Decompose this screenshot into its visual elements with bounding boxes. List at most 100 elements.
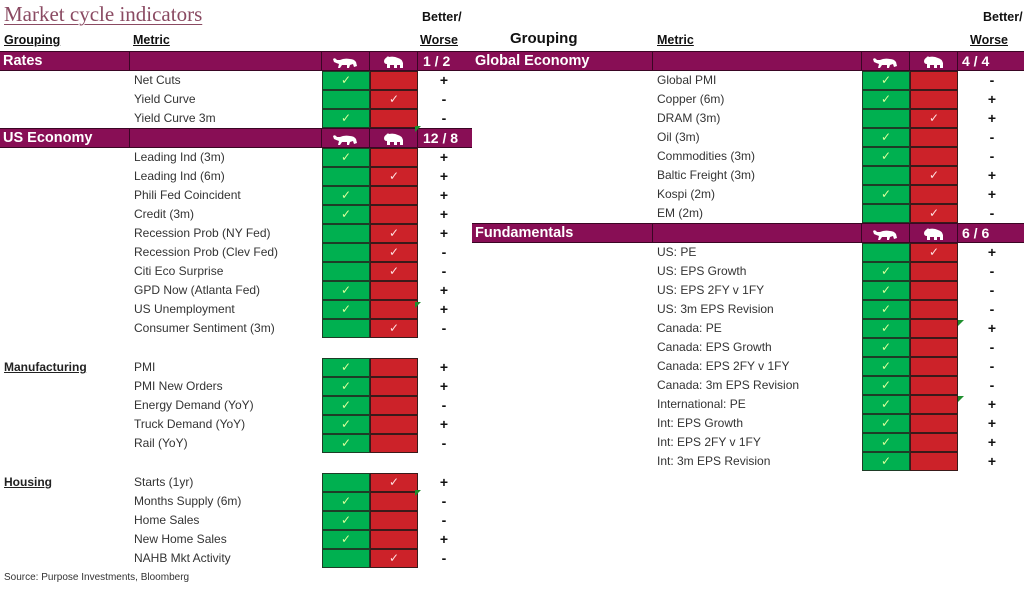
bull-signal-cell: ✓ <box>322 109 370 128</box>
trend-indicator: + <box>439 474 449 490</box>
metric-label: GPD Now (Atlanta Fed) <box>134 283 261 297</box>
bear-signal-cell <box>910 147 958 166</box>
bear-signal-cell <box>370 300 418 319</box>
bull-signal-cell <box>322 549 370 568</box>
bear-signal-cell <box>370 511 418 530</box>
better-header-right: Better/ <box>983 10 1023 24</box>
band-metric-cell <box>653 52 862 70</box>
trend-indicator: + <box>439 359 449 375</box>
trend-indicator: + <box>439 206 449 222</box>
bear-signal-cell <box>910 338 958 357</box>
bull-signal-cell <box>322 224 370 243</box>
bull-signal-cell: ✓ <box>322 205 370 224</box>
section-score: 4 / 4 <box>962 53 990 69</box>
bull-signal-cell: ✓ <box>862 300 910 319</box>
metric-label: Global PMI <box>657 73 717 87</box>
check-icon: ✓ <box>928 168 940 182</box>
grouping-header-right: Grouping <box>510 30 578 47</box>
comment-marker <box>415 302 421 308</box>
bear-signal-cell: ✓ <box>370 90 418 109</box>
trend-indicator: - <box>441 91 447 107</box>
bear-signal-cell <box>910 395 958 414</box>
bull-signal-cell: ✓ <box>322 186 370 205</box>
bull-signal-cell: ✓ <box>322 300 370 319</box>
section-score: 6 / 6 <box>962 225 990 241</box>
bear-signal-cell <box>370 186 418 205</box>
metric-label: Yield Curve <box>134 92 196 106</box>
trend-indicator: + <box>987 186 997 202</box>
metric-label: Rail (YoY) <box>134 436 188 450</box>
bull-signal-cell: ✓ <box>322 415 370 434</box>
trend-indicator: - <box>441 493 447 509</box>
bear-signal-cell: ✓ <box>910 166 958 185</box>
metric-label: Consumer Sentiment (3m) <box>134 321 275 335</box>
metric-label: New Home Sales <box>134 532 227 546</box>
bull-signal-cell: ✓ <box>862 452 910 471</box>
bear-signal-cell <box>910 185 958 204</box>
metric-label: EM (2m) <box>657 206 703 220</box>
check-icon: ✓ <box>388 264 400 278</box>
check-icon: ✓ <box>340 379 352 393</box>
check-icon: ✓ <box>388 245 400 259</box>
check-icon: ✓ <box>340 532 352 546</box>
check-icon: ✓ <box>880 302 892 316</box>
metric-label: US: 3m EPS Revision <box>657 302 774 316</box>
metric-label: US: EPS Growth <box>657 264 747 278</box>
metric-label: DRAM (3m) <box>657 111 721 125</box>
section-title: Fundamentals <box>475 225 574 241</box>
bear-signal-cell <box>370 71 418 90</box>
bull-signal-cell <box>322 167 370 186</box>
check-icon: ✓ <box>880 378 892 392</box>
band-metric-cell <box>653 224 862 242</box>
source-note: Source: Purpose Investments, Bloomberg <box>4 572 190 583</box>
metric-label: Yield Curve 3m <box>134 111 216 125</box>
check-icon: ✓ <box>928 206 940 220</box>
check-icon: ✓ <box>340 436 352 450</box>
section-band-rates: Rates 1 / 2 <box>0 51 472 71</box>
bull-signal-cell <box>862 166 910 185</box>
bull-signal-cell: ✓ <box>862 90 910 109</box>
bear-signal-cell <box>910 90 958 109</box>
check-icon: ✓ <box>880 435 892 449</box>
check-icon: ✓ <box>880 397 892 411</box>
metric-label: Recession Prob (NY Fed) <box>134 226 271 240</box>
metric-label: PMI New Orders <box>134 379 223 393</box>
check-icon: ✓ <box>880 264 892 278</box>
trend-indicator: + <box>987 244 997 260</box>
metric-label: Canada: PE <box>657 321 722 335</box>
check-icon: ✓ <box>928 111 940 125</box>
bear-signal-cell: ✓ <box>370 549 418 568</box>
bear-signal-cell <box>910 71 958 90</box>
bear-signal-cell <box>370 358 418 377</box>
trend-indicator: + <box>439 416 449 432</box>
check-icon: ✓ <box>340 513 352 527</box>
section-title: US Economy <box>3 130 93 146</box>
bear-signal-cell: ✓ <box>370 224 418 243</box>
trend-indicator: - <box>989 72 995 88</box>
section-band-us-economy: US Economy 12 / 8 <box>0 128 472 148</box>
trend-indicator: - <box>441 263 447 279</box>
bull-signal-cell: ✓ <box>322 71 370 90</box>
section-title: Global Economy <box>475 53 590 69</box>
bull-signal-cell <box>322 319 370 338</box>
bear-signal-cell <box>910 414 958 433</box>
bear-signal-cell <box>370 281 418 300</box>
grouping-header-left: Grouping <box>4 33 61 47</box>
comment-marker <box>415 126 421 132</box>
check-icon: ✓ <box>880 149 892 163</box>
check-icon: ✓ <box>388 551 400 565</box>
band-metric-cell <box>130 52 322 70</box>
bull-signal-cell: ✓ <box>862 128 910 147</box>
trend-indicator: + <box>439 225 449 241</box>
page-title: Market cycle indicators <box>4 2 203 26</box>
check-icon: ✓ <box>880 283 892 297</box>
metric-label: US: PE <box>657 245 697 259</box>
worse-header-left: Worse <box>420 33 458 47</box>
bull-signal-cell: ✓ <box>862 319 910 338</box>
group-label-manufacturing: Manufacturing <box>4 360 87 374</box>
bull-signal-cell: ✓ <box>862 338 910 357</box>
trend-indicator: - <box>441 244 447 260</box>
metric-label: Starts (1yr) <box>134 475 194 489</box>
metric-label: Kospi (2m) <box>657 187 716 201</box>
bear-signal-cell: ✓ <box>910 243 958 262</box>
